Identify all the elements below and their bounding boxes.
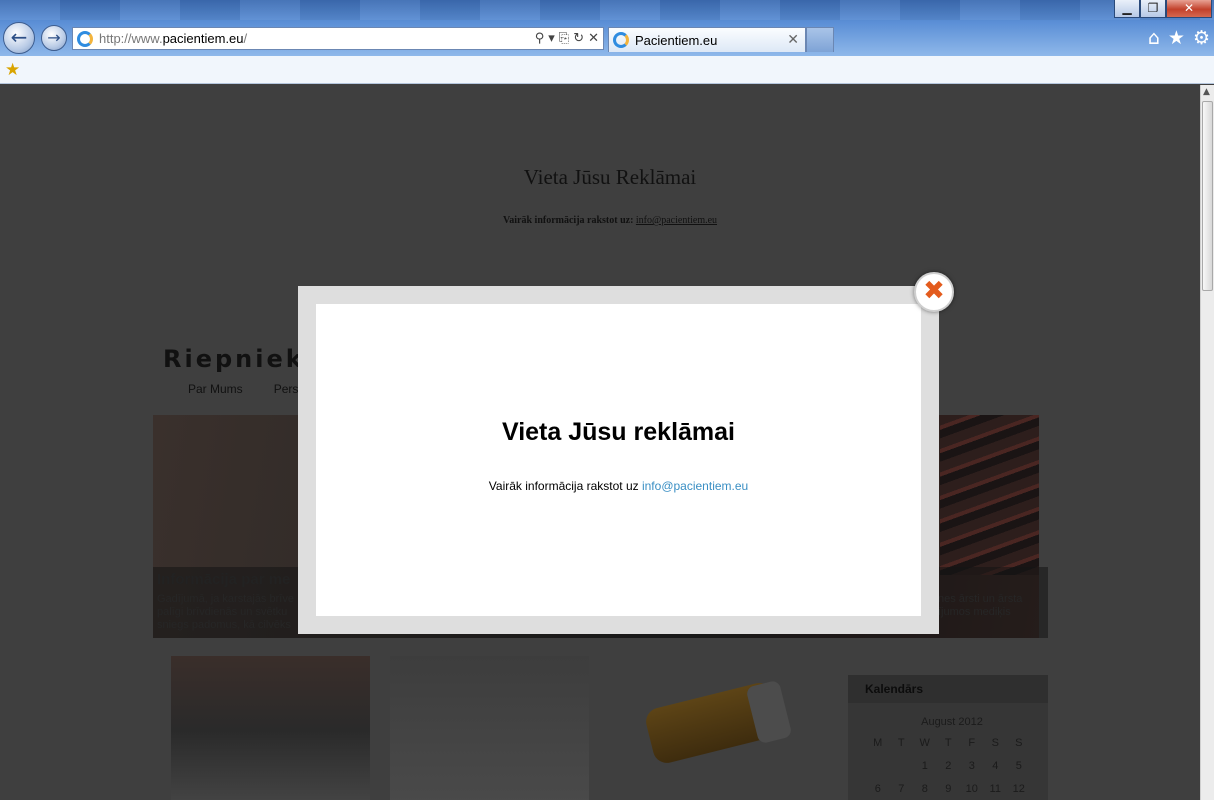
address-icons: ⚲ ▾ ⎘ ↻ ✕ [535, 31, 603, 46]
modal-title: Vieta Jūsu reklāmai [501, 418, 735, 446]
tab-ie-icon [613, 32, 629, 48]
toolbar-icons: ⌂ ★ ⚙ [1148, 27, 1210, 49]
url-domain: pacientiem.eu [162, 31, 244, 46]
modal-text: Vairāk informācija rakstot uz info@pacie… [316, 479, 921, 493]
calendar-day[interactable]: 3 [960, 760, 984, 772]
favorites-bar: ★ [0, 56, 1214, 84]
scrollbar-thumb[interactable] [1202, 101, 1213, 291]
window-controls: ▁ ❐ ✕ [1114, 0, 1212, 18]
modal-text-label: Vairāk informācija rakstot uz [488, 479, 639, 493]
close-window-button[interactable]: ✕ [1166, 0, 1212, 18]
address-bar[interactable]: http://www.pacientiem.eu/ ⚲ ▾ ⎘ ↻ ✕ [72, 27, 604, 50]
back-button[interactable]: ← [3, 22, 35, 54]
calendar-day[interactable]: 8 [913, 783, 937, 795]
stop-icon[interactable]: ✕ [588, 31, 599, 46]
slider-caption-title[interactable]: Informācija par me [157, 571, 290, 588]
slider-caption-text: Gadījumā, ja karstajās brīve palīgi brīv… [157, 593, 294, 631]
calendar-day[interactable] [866, 760, 890, 772]
calendar-week-1: 1 2 3 4 5 [866, 760, 1031, 772]
weekday: S [991, 737, 999, 749]
weekday: F [968, 737, 976, 749]
article-thumbnail-1[interactable] [171, 656, 370, 800]
calendar-month: August 2012 [921, 716, 983, 728]
home-icon[interactable]: ⌂ [1148, 27, 1160, 49]
nav-item-pers[interactable]: Pers [274, 382, 299, 396]
tab-pacientiem[interactable]: Pacientiem.eu ✕ [608, 27, 806, 52]
calendar-day[interactable]: 7 [890, 783, 914, 795]
calendar-day[interactable]: 2 [937, 760, 961, 772]
ad-modal-content [316, 304, 921, 616]
close-x-icon: ✖ [923, 276, 945, 306]
restore-button[interactable]: ❐ [1140, 0, 1166, 18]
calendar-day[interactable]: 10 [960, 783, 984, 795]
calendar-day[interactable]: 6 [866, 783, 890, 795]
weekday: T [944, 737, 952, 749]
calendar-week-2: 6 7 8 9 10 11 12 [866, 783, 1031, 795]
scroll-up-icon[interactable]: ▲ [1203, 87, 1210, 97]
weekday: S [1015, 737, 1023, 749]
url-prefix: http://www. [99, 31, 163, 46]
back-arrow-icon: ← [10, 25, 28, 49]
nav-item-par-mums[interactable]: Par Mums [188, 382, 243, 396]
url-text[interactable]: http://www.pacientiem.eu/ [99, 31, 535, 46]
tab-close-icon[interactable]: ✕ [787, 32, 805, 48]
search-icon[interactable]: ⚲ [535, 31, 545, 46]
ad-banner-email-link[interactable]: info@pacientiem.eu [636, 215, 717, 226]
weekday: M [873, 737, 883, 749]
calendar-day[interactable]: 11 [984, 783, 1008, 795]
ie-page-icon [77, 30, 93, 47]
calendar-day[interactable]: 5 [1007, 760, 1031, 772]
refresh-icon[interactable]: ↻ [573, 31, 584, 46]
minimize-button[interactable]: ▁ [1114, 0, 1140, 18]
weekday: W [919, 737, 930, 749]
tab-title: Pacientiem.eu [635, 32, 718, 48]
calendar-day[interactable]: 4 [984, 760, 1008, 772]
hero-slider-image-right [940, 415, 1039, 575]
new-tab-button[interactable] [806, 27, 834, 52]
ad-banner-text: Vairāk informācija rakstot uz: info@paci… [0, 215, 1200, 226]
forward-arrow-icon: → [47, 28, 61, 47]
calendar-day[interactable]: 12 [1007, 783, 1031, 795]
tools-gear-icon[interactable]: ⚙ [1193, 27, 1210, 49]
site-nav: Par Mums Pers [188, 382, 298, 396]
calendar-weekdays: M T W T F S S [866, 737, 1031, 749]
compatibility-view-icon[interactable]: ⎘ [559, 31, 569, 46]
browser-chrome: ▁ ❐ ✕ ← → http://www.pacientiem.eu/ ⚲ ▾ … [0, 0, 1214, 56]
ad-banner-title: Vieta Jūsu Reklāmai [523, 165, 697, 189]
calendar-day[interactable] [890, 760, 914, 772]
site-logo[interactable]: Riepniek [163, 345, 305, 373]
calendar-title: Kalendārs [865, 682, 924, 696]
forward-button[interactable]: → [41, 25, 67, 51]
add-favorites-icon[interactable]: ★ [5, 60, 20, 80]
calendar-day[interactable]: 9 [937, 783, 961, 795]
url-suffix: / [243, 31, 248, 46]
modal-close-button[interactable]: ✖ [914, 272, 954, 312]
article-thumbnail-2[interactable] [390, 656, 589, 800]
ad-banner-label: Vairāk informācija rakstot uz: [502, 215, 634, 226]
slider-caption-text-right: nes ārsti un ārsta ījumos mediķis [938, 593, 1023, 618]
vertical-scrollbar[interactable]: ▲ [1200, 85, 1214, 800]
modal-email-link[interactable]: info@pacientiem.eu [642, 479, 748, 493]
weekday: T [897, 737, 905, 749]
calendar-day[interactable]: 1 [913, 760, 937, 772]
favorites-icon[interactable]: ★ [1168, 27, 1185, 49]
dropdown-icon[interactable]: ▾ [548, 31, 555, 46]
